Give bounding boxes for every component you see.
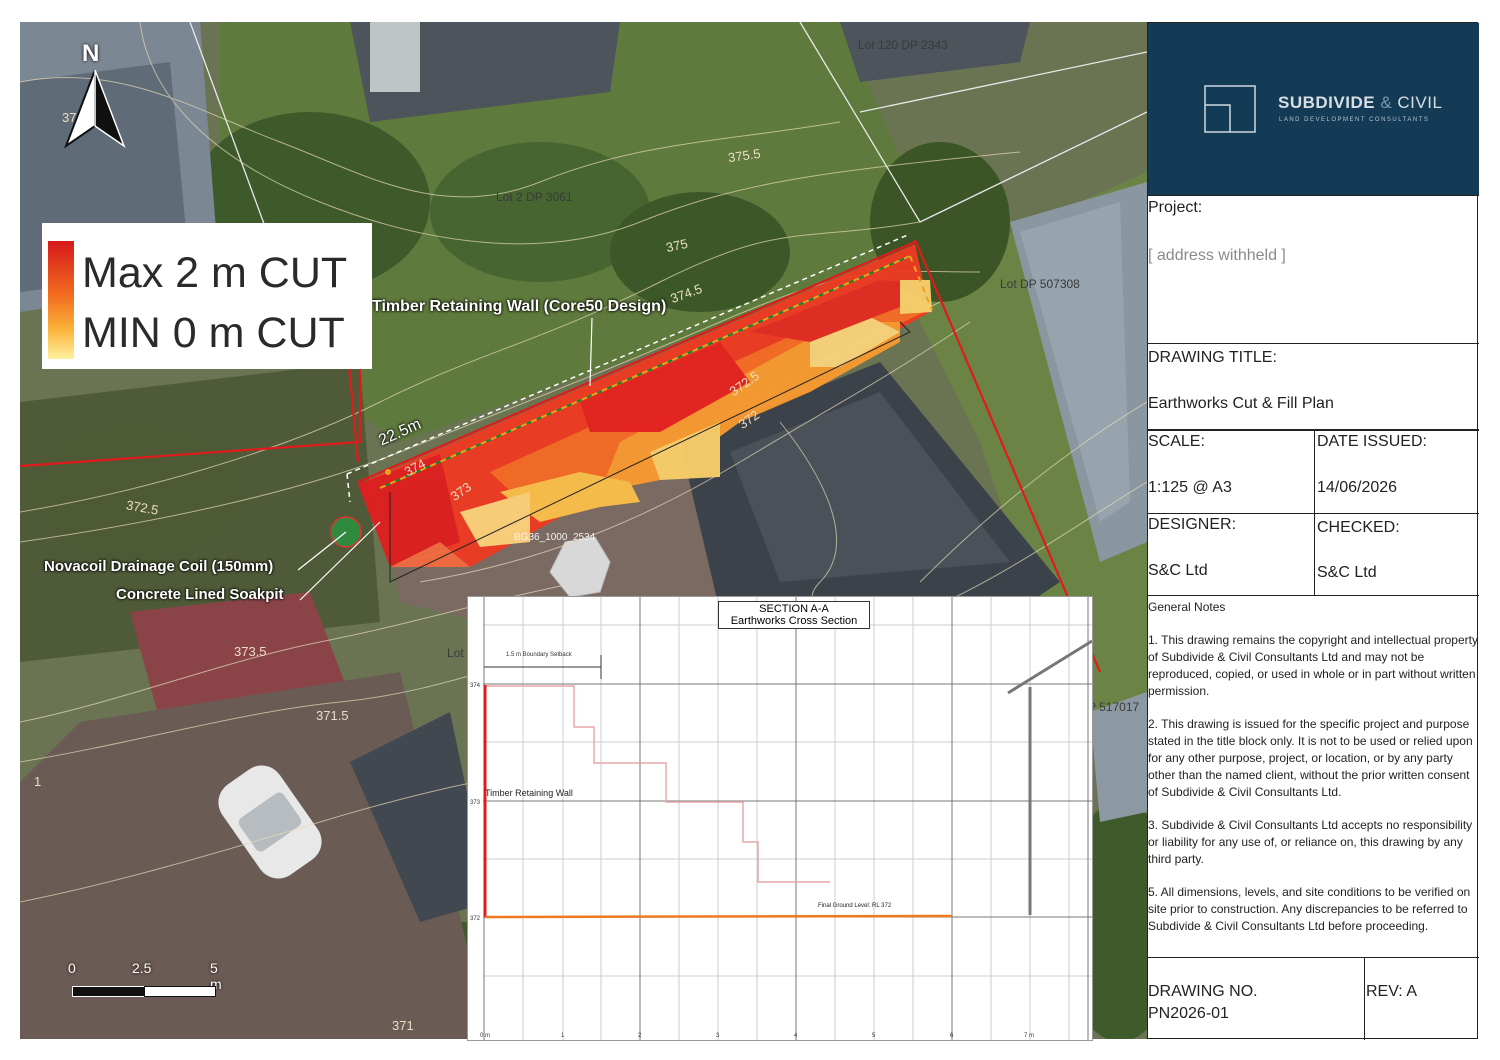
- date-issued-value: 14/06/2026: [1317, 479, 1398, 496]
- drawing-no-label: DRAWING NO.: [1148, 983, 1258, 1000]
- north-arrow-icon: [64, 69, 126, 148]
- project-value: [ address withheld ]: [1148, 247, 1286, 264]
- checked-label: CHECKED:: [1317, 519, 1400, 536]
- company-tagline: LAND DEVELOPMENT CONSULTANTS: [1279, 117, 1430, 123]
- title-block: SUBDIVIDE & CIVIL LAND DEVELOPMENT CONSU…: [1147, 22, 1479, 1040]
- contour-label: 371.5: [316, 708, 349, 723]
- section-y-tick: 372: [470, 916, 481, 922]
- scale-label-mid: 2.5: [132, 960, 152, 976]
- note-item: 1. This drawing remains the copyright an…: [1148, 633, 1478, 698]
- drawing-title-value: Earthworks Cut & Fill Plan: [1148, 395, 1334, 412]
- scale-label: SCALE:: [1148, 433, 1205, 450]
- section-title: SECTION A-A: [759, 603, 829, 615]
- checked-value: S&C Ltd: [1317, 564, 1377, 581]
- section-x-tick: 0 m: [480, 1033, 490, 1039]
- note-item: 2. This drawing is issued for the specif…: [1148, 717, 1473, 799]
- contour-label: 373.5: [234, 644, 267, 659]
- section-y-tick: 373: [470, 800, 481, 806]
- soakpit-label: Concrete Lined Soakpit: [116, 586, 284, 603]
- note-item: 3. Subdivide & Civil Consultants Ltd acc…: [1148, 818, 1473, 866]
- lot-label-4: P 517017: [1088, 700, 1140, 714]
- notes-heading: General Notes: [1148, 600, 1226, 614]
- section-wall-label: Timber Retaining Wall: [485, 788, 573, 798]
- contour-label: 1: [34, 774, 42, 789]
- lot-label-3: Lot DP 507308: [1000, 277, 1080, 291]
- section-title-box: SECTION A-A Earthworks Cross Section: [718, 601, 870, 629]
- section-x-tick: 5: [872, 1033, 876, 1039]
- project-label: Project:: [1148, 199, 1203, 216]
- section-x-tick: 3: [716, 1033, 720, 1039]
- cut-legend: Max 2 m CUT MIN 0 m CUT: [42, 223, 372, 369]
- retaining-wall-label: Timber Retaining Wall (Core50 Design): [372, 298, 667, 315]
- general-notes: General Notes 1. This drawing remains th…: [1148, 599, 1479, 951]
- section-subtitle: Earthworks Cross Section: [730, 615, 858, 627]
- designer-label: DESIGNER:: [1148, 516, 1237, 533]
- scale-bar: 0 2.5 5 m: [68, 960, 230, 1000]
- section-drawing: 374 373 372 0 m 1 2 3 4 5 6 7 m: [470, 597, 1093, 1040]
- benchmark-label: BG36_1000_2534: [514, 532, 596, 543]
- fgl-label: Final Ground Level: RL 372: [818, 903, 892, 909]
- setback-label: 1.5 m Boundary Setback: [506, 652, 572, 658]
- lot-label-1: Lot 120 DP 2343: [858, 38, 948, 52]
- logo-mark-icon: [1204, 85, 1256, 133]
- drawing-title-label: DRAWING TITLE:: [1148, 349, 1277, 366]
- scale-value: 1:125 @ A3: [1148, 479, 1232, 496]
- scale-label-0: 0: [68, 960, 76, 976]
- legend-gradient: [48, 241, 74, 359]
- north-arrow: N: [60, 40, 130, 150]
- legend-max-label: Max 2 m CUT: [82, 249, 348, 297]
- drainage-coil-label: Novacoil Drainage Coil (150mm): [44, 558, 274, 575]
- north-label: N: [82, 40, 100, 67]
- section-x-tick: 1: [561, 1033, 565, 1039]
- legend-min-label: MIN 0 m CUT: [82, 309, 345, 357]
- date-issued-label: DATE ISSUED:: [1317, 433, 1427, 450]
- section-y-tick: 374: [470, 683, 481, 689]
- section-a-a-inset[interactable]: 374 373 372 0 m 1 2 3 4 5 6 7 m SECTION …: [467, 596, 1093, 1041]
- contour-label: 371: [392, 1018, 414, 1033]
- company-name: SUBDIVIDE & CIVIL: [1278, 93, 1443, 112]
- designer-value: S&C Ltd: [1148, 562, 1208, 579]
- section-x-tick: 4: [794, 1033, 798, 1039]
- drawing-no-value: PN2026-01: [1148, 1005, 1229, 1022]
- lot-label-2: Lot 2 DP 3061: [496, 190, 573, 204]
- company-logo: SUBDIVIDE & CIVIL LAND DEVELOPMENT CONSU…: [1148, 23, 1479, 195]
- note-item: 5. All dimensions, levels, and site cond…: [1148, 885, 1471, 933]
- section-x-tick: 7 m: [1024, 1033, 1034, 1039]
- section-x-tick: 6: [950, 1033, 954, 1039]
- lot-label-5: Lot: [447, 646, 464, 660]
- section-x-tick: 2: [638, 1033, 642, 1039]
- revision-label: REV: A: [1366, 983, 1417, 1000]
